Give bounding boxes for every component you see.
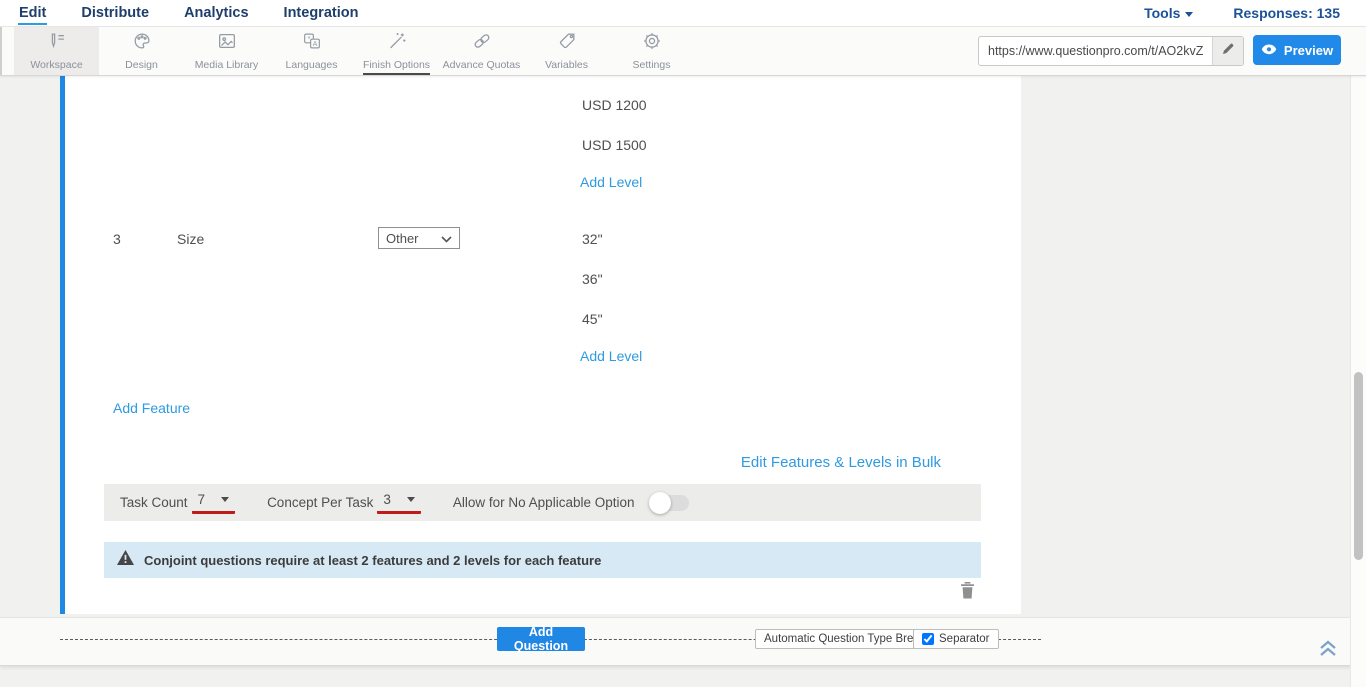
preview-label: Preview [1284,43,1333,58]
add-feature-link[interactable]: Add Feature [113,400,190,416]
concept-per-task-label: Concept Per Task [267,495,373,510]
toolbar-item-languages[interactable]: * A Languages [269,26,354,75]
concept-per-task-dropdown[interactable]: 3 [377,491,421,514]
question-divider-strip: Add Question Automatic Question Type Bre… [0,617,1352,666]
toolbar-item-label: Advance Quotas [443,59,521,71]
level-input[interactable]: 32" [582,231,603,247]
tag-icon [556,30,578,57]
no-applicable-toggle[interactable] [651,495,689,511]
level-input[interactable]: USD 1200 [582,97,647,113]
auto-question-type-break-chip: Automatic Question Type Break [755,629,935,649]
warning-text: Conjoint questions require at least 2 fe… [144,553,601,568]
preview-button[interactable]: Preview [1253,35,1341,65]
chevron-down-icon [407,497,415,502]
chain-links-icon [471,30,493,57]
toolbar-item-label: Settings [633,59,671,71]
questionpro-survey-editor: Edit Distribute Analytics Integration To… [0,0,1366,687]
chevron-down-icon [221,497,229,502]
level-input[interactable]: 36" [582,271,603,287]
level-input[interactable]: USD 1500 [582,137,647,153]
editor-toolbar: Workspace Design Media [0,26,1366,76]
top-nav: Edit Distribute Analytics Integration To… [0,0,1366,27]
responses-link[interactable]: Responses: 135 [1233,5,1340,21]
conjoint-config-bar: Task Count 7 Concept Per Task 3 Allow fo… [104,484,981,521]
survey-url-box: https://www.questionpro.com/t/AO2kvZ [978,36,1244,66]
double-chevron-up-icon [1317,646,1339,661]
feature-index: 3 [113,231,121,247]
top-nav-right: Tools Responses: 135 [1144,5,1340,21]
toolbar-left-edge [0,26,2,75]
chevron-down-icon [441,231,452,246]
toolbar-item-label: Media Library [195,59,259,71]
design-palette-icon [131,30,153,57]
toggle-knob [649,492,671,514]
toolbar-items: Workspace Design Media [14,26,694,75]
media-library-icon [216,30,238,57]
workspace-icon [46,30,68,57]
toolbar-item-label: Languages [286,59,338,71]
add-question-button[interactable]: Add Question [497,627,585,651]
toolbar-item-label: Finish Options [363,59,430,71]
gear-icon [641,30,663,57]
toolbar-item-label: Workspace [30,59,82,71]
conjoint-question-card: USD 1200 USD 1500 Add Level 3 Size Other… [60,75,1021,614]
languages-icon: * A [301,30,323,57]
conjoint-warning-bar: Conjoint questions require at least 2 fe… [104,542,981,578]
tools-label: Tools [1144,5,1180,21]
nav-tab-edit[interactable]: Edit [18,2,47,24]
tools-dropdown[interactable]: Tools [1144,5,1193,21]
toolbar-item-advance-quotas[interactable]: Advance Quotas [439,26,524,75]
add-level-link[interactable]: Add Level [580,174,642,190]
page-scrollbar[interactable] [1350,0,1366,687]
toolbar-item-variables[interactable]: Variables [524,26,609,75]
separator-chip: Separator [913,629,999,649]
nav-tab-analytics[interactable]: Analytics [183,2,249,24]
add-level-link[interactable]: Add Level [580,348,642,364]
concept-per-task-value: 3 [383,492,391,507]
scroll-to-top-button[interactable] [1316,638,1340,660]
no-applicable-label: Allow for No Applicable Option [453,495,635,510]
feature-name-input[interactable]: Size [177,231,204,247]
toolbar-item-finish-options[interactable]: Finish Options [354,26,439,75]
survey-url-input[interactable]: https://www.questionpro.com/t/AO2kvZ [979,37,1212,65]
separator-label: Separator [939,633,990,645]
chevron-down-icon [1185,12,1193,17]
warning-triangle-icon [117,550,134,570]
toolbar-item-workspace[interactable]: Workspace [14,26,99,75]
toolbar-item-media-library[interactable]: Media Library [184,26,269,75]
toolbar-item-settings[interactable]: Settings [609,26,694,75]
delete-question-button[interactable] [958,581,976,601]
task-count-value: 7 [198,492,206,507]
active-question-indicator [60,75,65,614]
edit-url-button[interactable] [1212,37,1243,65]
toolbar-item-label: Variables [545,59,588,71]
nav-tab-distribute[interactable]: Distribute [80,2,150,24]
scrollbar-thumb[interactable] [1354,372,1363,560]
svg-text:*: * [307,34,310,43]
level-input[interactable]: 45" [582,311,603,327]
task-count-label: Task Count [120,495,188,510]
pencil-icon [1222,42,1235,60]
nav-tab-integration[interactable]: Integration [283,2,360,24]
svg-text:A: A [312,41,317,48]
feature-type-value: Other [386,231,419,246]
eye-icon [1261,43,1277,58]
finish-options-wand-icon [386,30,408,57]
toolbar-item-design[interactable]: Design [99,26,184,75]
separator-checkbox[interactable] [922,633,934,645]
task-count-dropdown[interactable]: 7 [192,491,236,514]
toolbar-item-label: Design [125,59,158,71]
feature-type-select[interactable]: Other [378,227,460,249]
trash-icon [960,587,975,602]
edit-bulk-link[interactable]: Edit Features & Levels in Bulk [741,454,941,471]
